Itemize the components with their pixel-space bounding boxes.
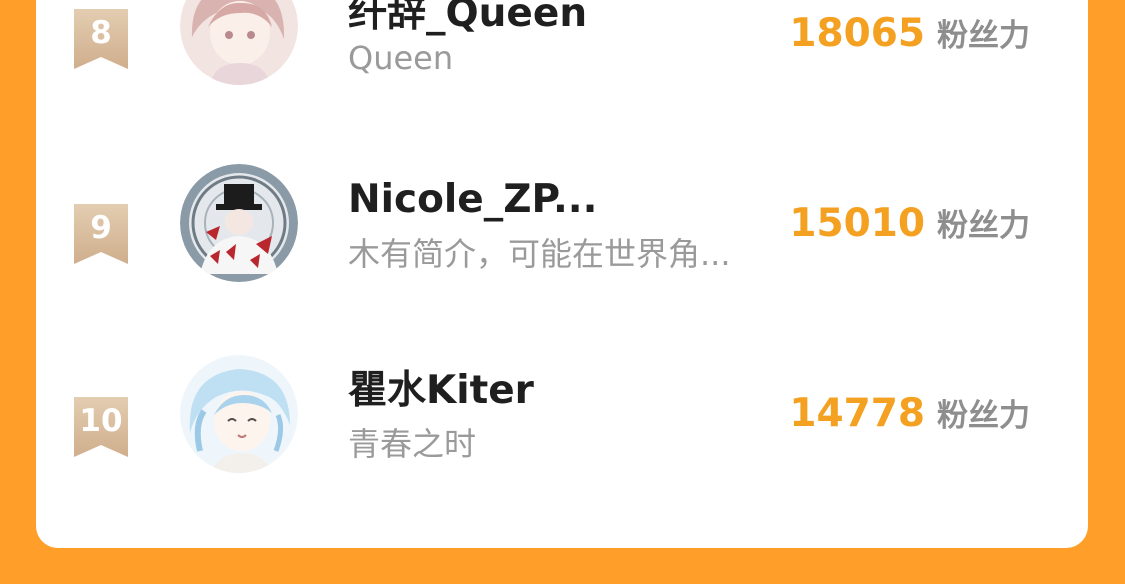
leaderboard-card: 8 纤辞_Queen Queen 18065 粉丝力 9 Nicole_ZP..… bbox=[36, 0, 1088, 548]
rank-badge: 9 bbox=[74, 204, 128, 266]
score-unit: 粉丝力 bbox=[937, 208, 1030, 244]
leaderboard-row[interactable]: 8 纤辞_Queen Queen 18065 粉丝力 bbox=[36, 0, 1088, 87]
rank-number: 9 bbox=[90, 210, 112, 246]
rank-number: 10 bbox=[79, 403, 123, 439]
rank-badge: 10 bbox=[74, 397, 128, 459]
score-value: 15010 bbox=[789, 201, 925, 246]
rank-badge: 8 bbox=[74, 9, 128, 71]
user-name[interactable]: Nicole_ZP... bbox=[348, 177, 597, 223]
rank-number: 8 bbox=[90, 15, 112, 51]
avatar[interactable] bbox=[180, 355, 298, 473]
score-unit: 粉丝力 bbox=[937, 18, 1030, 54]
user-bio: Queen bbox=[348, 39, 454, 77]
leaderboard-row[interactable]: 9 Nicole_ZP... 木有简介，可能在世界角... 15010 粉丝力 bbox=[36, 164, 1088, 284]
score-value: 14778 bbox=[789, 391, 925, 436]
fan-power-score: 15010 粉丝力 bbox=[789, 200, 1030, 255]
score-value: 18065 bbox=[789, 11, 925, 56]
fan-power-score: 14778 粉丝力 bbox=[789, 390, 1030, 445]
avatar[interactable] bbox=[180, 164, 298, 282]
score-unit: 粉丝力 bbox=[937, 398, 1030, 434]
user-name[interactable]: 纤辞_Queen bbox=[348, 0, 587, 37]
avatar[interactable] bbox=[180, 0, 298, 85]
user-bio: 青春之时 bbox=[348, 425, 477, 463]
user-bio: 木有简介，可能在世界角... bbox=[348, 235, 731, 273]
leaderboard-row[interactable]: 10 瞿水Kiter 青春之时 14778 粉丝力 bbox=[36, 355, 1088, 475]
user-name[interactable]: 瞿水Kiter bbox=[348, 368, 534, 414]
fan-power-score: 18065 粉丝力 bbox=[789, 10, 1030, 65]
